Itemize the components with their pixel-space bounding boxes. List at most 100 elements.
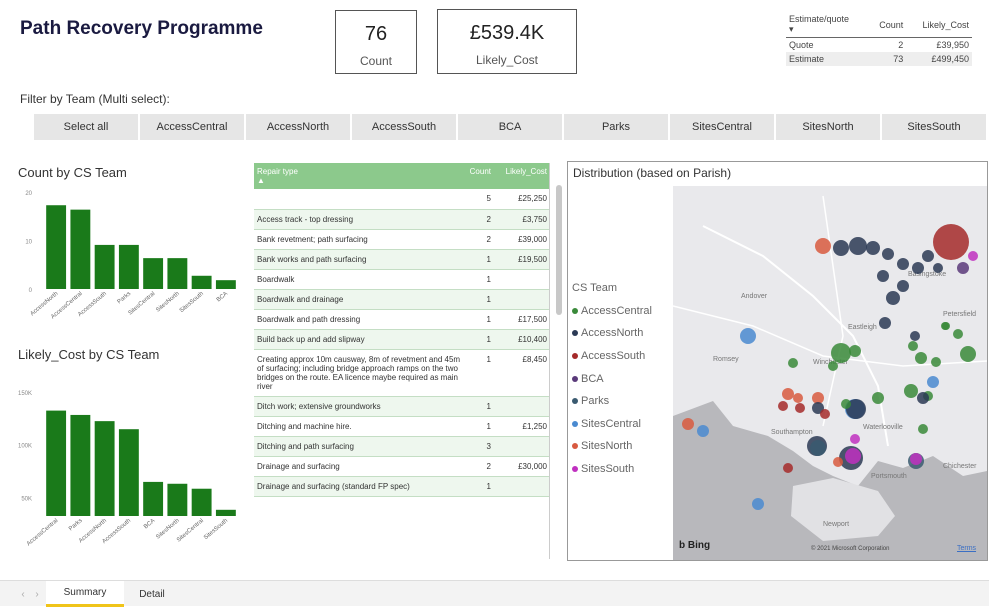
tab-summary[interactable]: Summary <box>46 581 124 607</box>
map-bubble[interactable] <box>918 424 928 434</box>
table-row[interactable]: Bank works and path surfacing 1 £19,500 <box>254 249 549 270</box>
tab-prev-icon[interactable]: ‹ <box>18 581 28 607</box>
table-row[interactable]: Drainage and surfacing 2 £30,000 <box>254 456 549 477</box>
bar[interactable] <box>118 244 139 289</box>
filter-option-parks[interactable]: Parks <box>564 114 668 140</box>
table-row[interactable]: Ditching and path surfacing 3 <box>254 436 549 457</box>
map-bubble[interactable] <box>793 393 803 403</box>
tab-detail[interactable]: Detail <box>126 581 178 607</box>
map-bubble[interactable] <box>752 498 764 510</box>
table-row[interactable]: Creating approx 10m causway, 8m of revet… <box>254 349 549 397</box>
map-bubble[interactable] <box>917 392 929 404</box>
likely-cost-header[interactable]: Likely_Cost <box>906 12 972 38</box>
map-bubble[interactable] <box>841 399 851 409</box>
map-bubble[interactable] <box>933 263 943 273</box>
bar[interactable] <box>46 205 67 289</box>
legend-item[interactable]: SitesNorth <box>572 435 652 458</box>
map-bubble[interactable] <box>910 453 922 465</box>
table-row[interactable]: Estimate 73 £499,450 <box>786 52 972 66</box>
map-bubble[interactable] <box>927 376 939 388</box>
legend-item[interactable]: Parks <box>572 390 652 413</box>
map-bubble[interactable] <box>815 238 831 254</box>
bar[interactable] <box>191 275 212 289</box>
map-bubble[interactable] <box>931 357 941 367</box>
bar[interactable] <box>94 244 115 289</box>
map-bubble[interactable] <box>897 280 909 292</box>
map-bubble[interactable] <box>886 291 900 305</box>
map-bubble[interactable] <box>849 345 861 357</box>
map-bubble[interactable] <box>782 388 794 400</box>
map-bubble[interactable] <box>922 250 934 262</box>
bar[interactable] <box>215 509 236 516</box>
map-bubble[interactable] <box>953 329 963 339</box>
filter-option-sitessouth[interactable]: SitesSouth <box>882 114 986 140</box>
map[interactable]: WinchesterEastleighAndoverRomseySouthamp… <box>673 186 987 560</box>
map-bubble[interactable] <box>877 270 889 282</box>
tab-next-icon[interactable]: › <box>32 581 42 607</box>
legend-item[interactable]: SitesSouth <box>572 458 652 481</box>
map-bubble[interactable] <box>882 248 894 260</box>
map-bubble[interactable] <box>828 361 838 371</box>
bar[interactable] <box>70 414 91 516</box>
bar[interactable] <box>143 481 164 516</box>
bar[interactable] <box>118 429 139 516</box>
table-row[interactable]: Access track - top dressing 2 £3,750 <box>254 209 549 230</box>
map-bubble[interactable] <box>788 358 798 368</box>
map-bubble[interactable] <box>783 463 793 473</box>
map-bubble[interactable] <box>942 322 950 330</box>
map-bubble[interactable] <box>912 262 924 274</box>
map-bubble[interactable] <box>933 224 969 260</box>
table-scrollbar[interactable] <box>556 185 562 315</box>
map-bubble[interactable] <box>866 241 880 255</box>
table-row[interactable]: Boardwalk and drainage 1 <box>254 289 549 310</box>
bar[interactable] <box>70 209 91 289</box>
legend-item[interactable]: BCA <box>572 367 652 390</box>
map-bubble[interactable] <box>849 237 867 255</box>
bar[interactable] <box>191 488 212 516</box>
count-header[interactable]: Count <box>868 12 907 38</box>
map-bubble[interactable] <box>833 240 849 256</box>
table-row[interactable]: Quote 2 £39,950 <box>786 38 972 53</box>
map-bubble[interactable] <box>740 328 756 344</box>
map-bubble[interactable] <box>831 343 851 363</box>
map-terms-link[interactable]: Terms <box>957 545 976 552</box>
legend-item[interactable]: AccessNorth <box>572 322 652 345</box>
map-bubble[interactable] <box>960 346 976 362</box>
bar[interactable] <box>215 280 236 289</box>
table-row[interactable]: Ditching and machine hire. 1 £1,250 <box>254 416 549 437</box>
bar[interactable] <box>143 258 164 289</box>
legend-item[interactable]: AccessCentral <box>572 300 652 323</box>
map-bubble[interactable] <box>845 448 861 464</box>
repair-type-table-container[interactable]: Repair type ▲ Count Likely_Cost 5 £25,250 A… <box>254 163 550 559</box>
legend-item[interactable]: SitesCentral <box>572 413 652 436</box>
map-bubble[interactable] <box>968 251 978 261</box>
filter-option-sitesnorth[interactable]: SitesNorth <box>776 114 880 140</box>
filter-option-bca[interactable]: BCA <box>458 114 562 140</box>
map-bubble[interactable] <box>915 352 927 364</box>
map-bubble[interactable] <box>833 457 843 467</box>
bar[interactable] <box>167 483 188 516</box>
filter-option-accesssouth[interactable]: AccessSouth <box>352 114 456 140</box>
table-row[interactable]: Build back up and add slipway 1 £10,400 <box>254 329 549 350</box>
map-bubble[interactable] <box>810 440 826 456</box>
filter-option-accessnorth[interactable]: AccessNorth <box>246 114 350 140</box>
bar[interactable] <box>167 258 188 289</box>
map-bubble[interactable] <box>850 434 860 444</box>
map-bubble[interactable] <box>820 409 830 419</box>
map-bubble[interactable] <box>682 418 694 430</box>
map-bubble[interactable] <box>897 258 909 270</box>
filter-option-accesscentral[interactable]: AccessCentral <box>140 114 244 140</box>
filter-option-sitescentral[interactable]: SitesCentral <box>670 114 774 140</box>
table-row[interactable]: Boardwalk and path dressing 1 £17,500 <box>254 309 549 330</box>
legend-item[interactable]: AccessSouth <box>572 345 652 368</box>
map-bubble[interactable] <box>795 403 805 413</box>
table-row[interactable]: Bank revetment; path surfacing 2 £39,000 <box>254 229 549 250</box>
map-bubble[interactable] <box>697 425 709 437</box>
filter-option-select-all[interactable]: Select all <box>34 114 138 140</box>
estimate-quote-header[interactable]: Estimate/quote ▾ <box>786 12 869 38</box>
map-bubble[interactable] <box>778 401 788 411</box>
map-bubble[interactable] <box>910 331 920 341</box>
table-row[interactable]: Ditch work; extensive groundworks 1 <box>254 396 549 417</box>
map-bubble[interactable] <box>957 262 969 274</box>
repair-cost-header[interactable]: Likely_Cost <box>494 163 549 189</box>
